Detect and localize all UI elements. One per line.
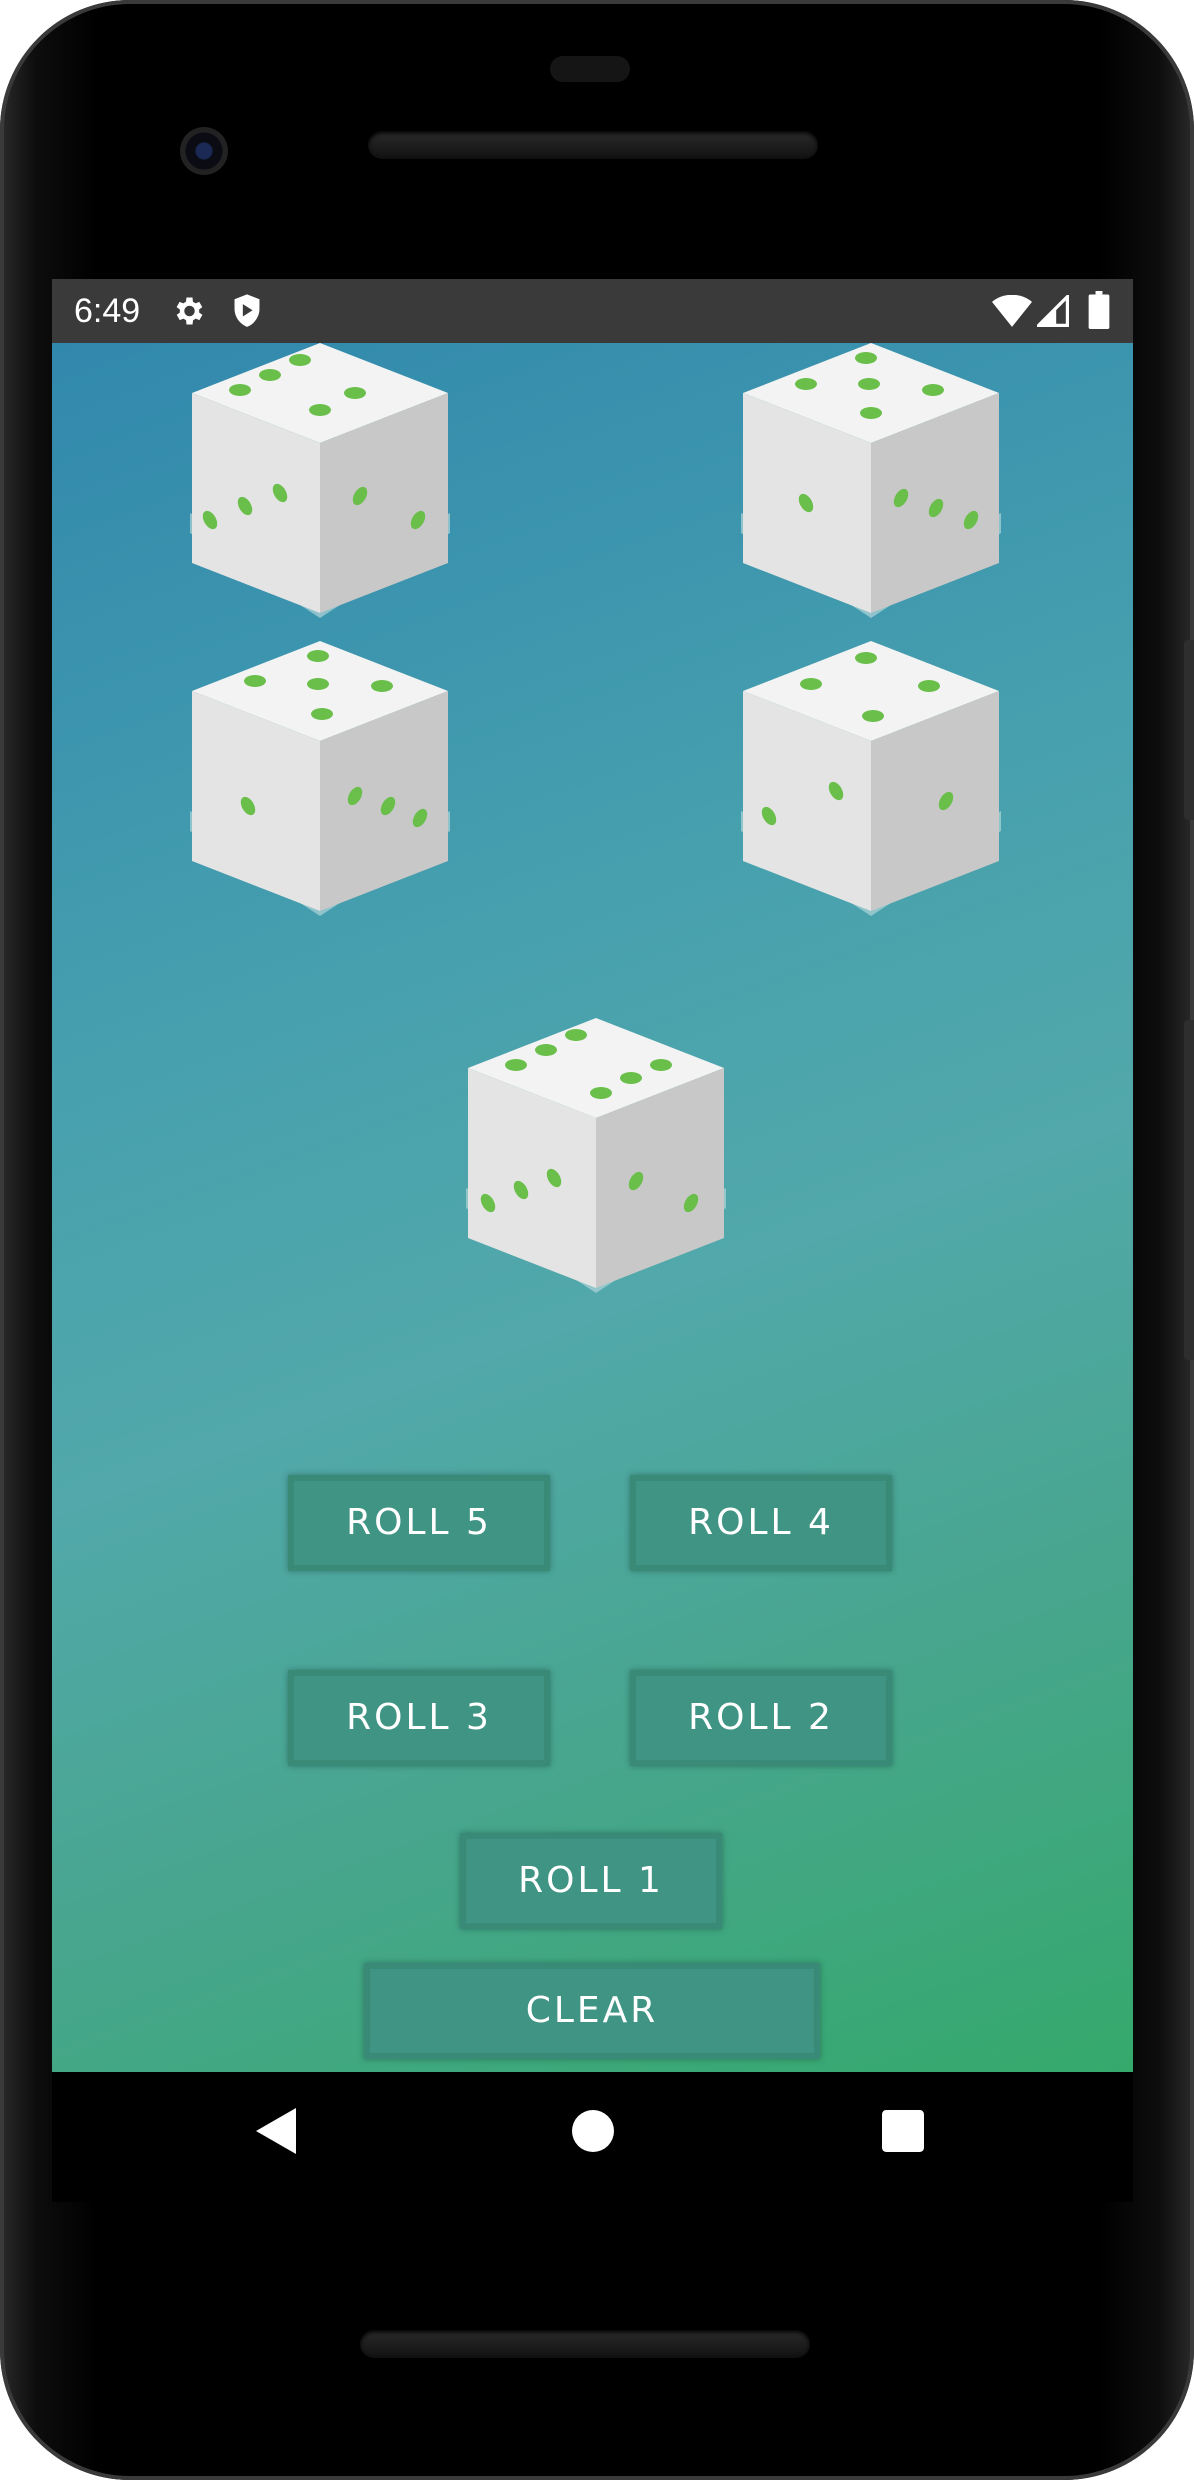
die-middle-right (741, 641, 1001, 916)
volume-button (1184, 1020, 1194, 1360)
roll-2-button[interactable]: ROLL 2 (630, 1670, 892, 1766)
navigation-bar (52, 2072, 1133, 2202)
die-center (466, 1018, 726, 1293)
status-time: 6:49 (74, 292, 141, 330)
battery-icon (1088, 291, 1110, 334)
roll-1-button[interactable]: ROLL 1 (460, 1833, 722, 1929)
die-top-right (741, 343, 1001, 618)
dice-app: ROLL 5 ROLL 4 ROLL 3 ROLL 2 ROLL 1 CLEAR (52, 343, 1133, 2072)
recents-icon[interactable] (882, 2110, 924, 2157)
die-top-left (190, 343, 450, 618)
earpiece-speaker (368, 131, 818, 159)
roll-3-button[interactable]: ROLL 3 (288, 1670, 550, 1766)
roll-4-button[interactable]: ROLL 4 (630, 1475, 892, 1571)
sensor-notch (550, 56, 630, 82)
screen: 6:49 ROLL 5 ROLL 4 ROLL 3 ROLL 2 ROLL 1 … (52, 279, 1133, 2072)
roll-5-button[interactable]: ROLL 5 (288, 1475, 550, 1571)
front-camera (180, 127, 228, 175)
phone-frame: 6:49 ROLL 5 ROLL 4 ROLL 3 ROLL 2 ROLL 1 … (0, 0, 1194, 2480)
gear-icon (170, 293, 206, 334)
shield-icon (230, 293, 264, 334)
die-middle-left (190, 641, 450, 916)
signal-icon (1034, 292, 1069, 332)
wifi-icon (992, 294, 1032, 332)
home-icon[interactable] (572, 2110, 614, 2157)
bottom-speaker (360, 2330, 810, 2358)
power-button (1184, 640, 1194, 820)
back-icon[interactable] (256, 2108, 296, 2159)
clear-button[interactable]: CLEAR (364, 1963, 820, 2059)
status-bar: 6:49 (52, 279, 1133, 343)
